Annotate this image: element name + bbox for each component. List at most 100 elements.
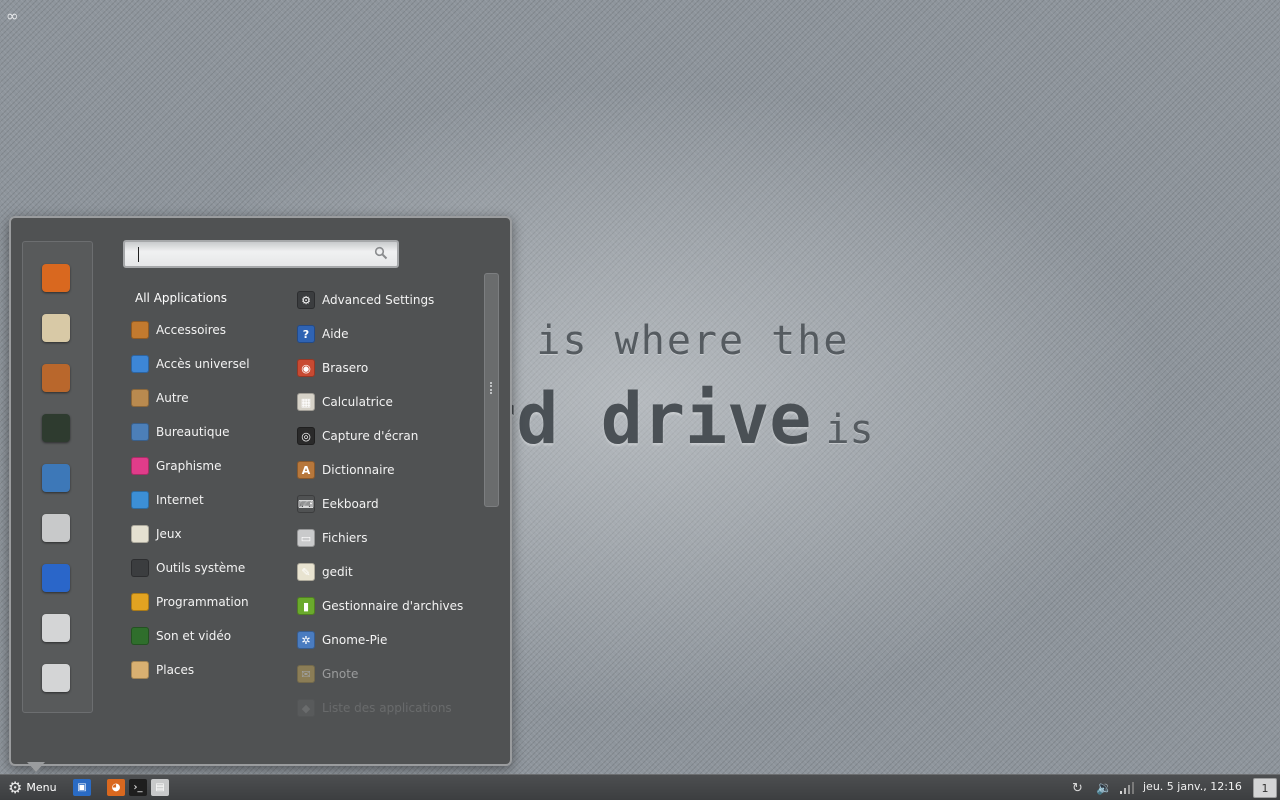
signal-bars-icon	[1120, 782, 1134, 794]
settings-icon: ⚙	[297, 291, 315, 309]
scrollbar-thumb[interactable]	[484, 273, 499, 507]
update-icon[interactable]: ↻	[1072, 779, 1083, 797]
multimedia-icon	[131, 627, 149, 645]
gedit-icon: ✎	[297, 563, 315, 581]
speaker-icon[interactable]	[42, 364, 70, 392]
app-label: Aide	[322, 327, 349, 341]
app-item[interactable]: ▦ Calculatrice	[297, 391, 393, 413]
power-icon[interactable]	[42, 664, 70, 692]
wallpaper-text-small: is	[825, 407, 874, 453]
network-signal-icon[interactable]	[1120, 779, 1134, 797]
programming-icon	[131, 593, 149, 611]
menu-gear-icon: ⚙	[8, 778, 23, 797]
firefox-icon[interactable]	[42, 264, 70, 292]
app-label: Eekboard	[322, 497, 379, 511]
app-item[interactable]: ◎ Capture d'écran	[297, 425, 418, 447]
document-icon[interactable]	[42, 464, 70, 492]
accessibility-icon	[131, 355, 149, 373]
mail-icon[interactable]	[42, 314, 70, 342]
category-label: Son et vidéo	[156, 629, 232, 643]
office-icon	[131, 423, 149, 441]
category-item[interactable]: Bureautique	[131, 421, 230, 443]
app-label: gedit	[322, 565, 353, 579]
app-item[interactable]: ◆ Liste des applications	[297, 697, 452, 719]
favorites-panel	[22, 241, 93, 713]
app-label: Dictionnaire	[322, 463, 395, 477]
keyboard-icon: ⌨	[297, 495, 315, 513]
scrollbar-grip	[490, 382, 494, 394]
app-label: Advanced Settings	[322, 293, 435, 307]
category-item[interactable]: Jeux	[131, 523, 182, 545]
games-icon	[131, 525, 149, 543]
app-item[interactable]: ▮ Gestionnaire d'archives	[297, 595, 463, 617]
terminal-launcher-icon[interactable]: ›_	[129, 779, 147, 796]
app-item[interactable]: ▭ Fichiers	[297, 527, 367, 549]
folder-icon	[131, 661, 149, 679]
menu-button-label: Menu	[26, 781, 57, 794]
files-icon: ▭	[297, 529, 315, 547]
category-item[interactable]: Outils système	[131, 557, 245, 579]
category-label: Internet	[156, 493, 204, 507]
calculator-icon: ▦	[297, 393, 315, 411]
category-item[interactable]: Autre	[131, 387, 189, 409]
category-label: Bureautique	[156, 425, 230, 439]
app-label: Brasero	[322, 361, 369, 375]
app-label: Gestionnaire d'archives	[322, 599, 464, 613]
lock-screen-icon[interactable]	[42, 564, 70, 592]
globe-icon[interactable]	[42, 414, 70, 442]
category-all-applications[interactable]: All Applications	[135, 291, 227, 305]
other-icon	[131, 389, 149, 407]
infinity-icon: ∞	[6, 7, 19, 25]
app-item[interactable]: ✉ Gnote	[297, 663, 358, 685]
category-item[interactable]: Internet	[131, 489, 204, 511]
category-item[interactable]: Graphisme	[131, 455, 221, 477]
clock[interactable]: jeu. 5 janv., 12:16	[1143, 780, 1242, 793]
help-icon: ?	[297, 325, 315, 343]
app-label: Liste des applications	[322, 701, 452, 715]
category-label: Accès universel	[156, 357, 250, 371]
volume-icon[interactable]: 🔉	[1096, 779, 1112, 797]
category-item[interactable]: Programmation	[131, 591, 249, 613]
category-item[interactable]: Son et vidéo	[131, 625, 231, 647]
bottom-panel: ⚙ Menu ▣ ◕ ›_ ▤ ↻ 🔉 jeu. 5 janv., 12:16 1	[0, 774, 1280, 800]
gnote-icon: ✉	[297, 665, 315, 683]
category-label: Autre	[156, 391, 189, 405]
app-item[interactable]: ⚙ Advanced Settings	[297, 289, 434, 311]
app-item[interactable]: ? Aide	[297, 323, 349, 345]
category-item[interactable]: Places	[131, 659, 194, 681]
app-label: Calculatrice	[322, 395, 393, 409]
category-label: Outils système	[156, 561, 246, 575]
search-field[interactable]	[123, 240, 399, 268]
screenshot-icon: ◎	[297, 427, 315, 445]
app-item[interactable]: ✲ Gnome-Pie	[297, 629, 387, 651]
brasero-icon: ◉	[297, 359, 315, 377]
file-cabinet-icon[interactable]	[42, 514, 70, 542]
category-item[interactable]: Accès universel	[131, 353, 250, 375]
app-item[interactable]: ✎ gedit	[297, 561, 353, 583]
text-caret	[138, 247, 139, 262]
accessories-icon	[131, 321, 149, 339]
app-label: Gnote	[322, 667, 359, 681]
app-label: Gnome-Pie	[322, 633, 388, 647]
workspace-switcher[interactable]: 1	[1253, 778, 1277, 798]
category-label: Places	[156, 663, 195, 677]
search-icon	[374, 246, 388, 260]
application-menu: All Applications Accessoires Accès univer…	[9, 216, 512, 766]
app-list-icon: ◆	[297, 699, 315, 717]
files-launcher-icon[interactable]: ▤	[151, 779, 169, 796]
dictionary-icon: A	[297, 461, 315, 479]
search-input[interactable]	[135, 245, 365, 263]
firefox-launcher-icon[interactable]: ◕	[107, 779, 125, 796]
app-item[interactable]: ◉ Brasero	[297, 357, 368, 379]
category-label: Programmation	[156, 595, 249, 609]
app-item[interactable]: A Dictionnaire	[297, 459, 395, 481]
menu-button[interactable]: ⚙ Menu	[4, 776, 62, 799]
menu-pointer-arrow	[27, 762, 45, 772]
internet-icon	[131, 491, 149, 509]
show-desktop-icon[interactable]: ▣	[73, 779, 91, 796]
system-tools-icon	[131, 559, 149, 577]
app-item[interactable]: ⌨ Eekboard	[297, 493, 379, 515]
category-item[interactable]: Accessoires	[131, 319, 226, 341]
logout-icon[interactable]	[42, 614, 70, 642]
gnome-pie-icon: ✲	[297, 631, 315, 649]
